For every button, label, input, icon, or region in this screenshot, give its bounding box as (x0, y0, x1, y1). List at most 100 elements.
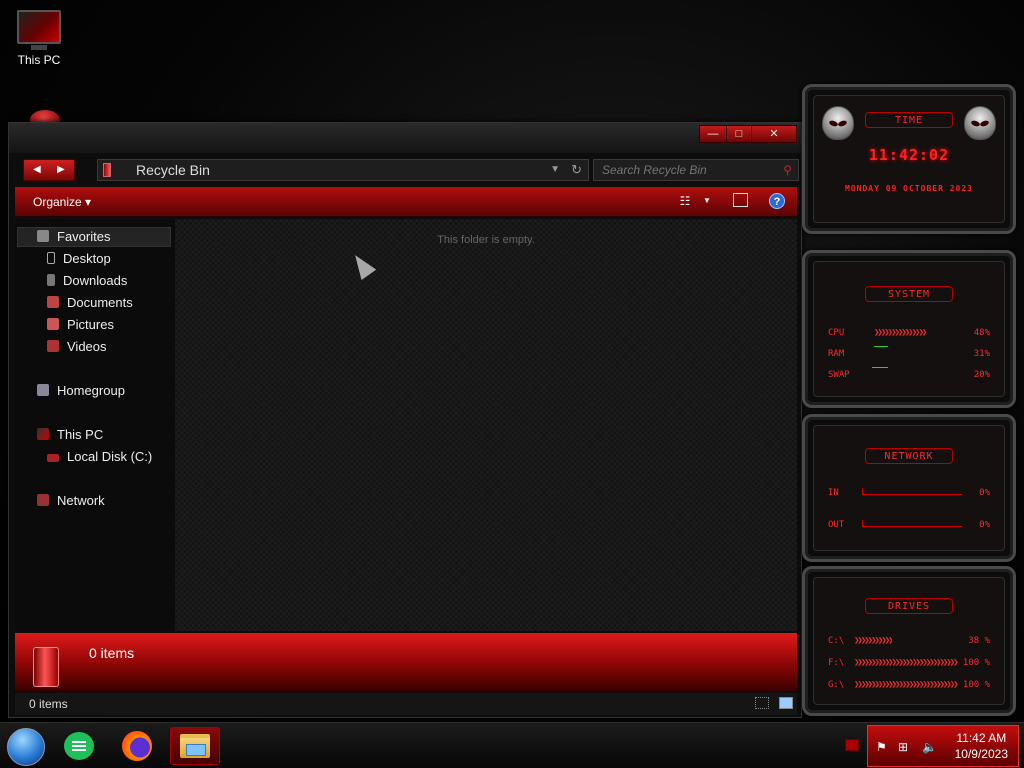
preview-pane-icon[interactable] (733, 193, 748, 207)
back-forward-buttons[interactable]: ◀ ▶ (23, 159, 75, 181)
chevron-down-icon[interactable]: ▼ (550, 160, 560, 180)
clock-date: 10/9/2023 (954, 747, 1008, 761)
close-button[interactable]: ✕ (751, 125, 797, 143)
drive-row-f: F:\ ❯❯❯❯❯❯❯❯❯❯❯❯❯❯❯❯❯❯❯❯❯❯❯❯❯❯❯❯❯❯ 100 % (828, 658, 990, 670)
time-date: MONDAY 09 OCTOBER 2023 (845, 184, 973, 193)
taskbar-file-explorer[interactable] (170, 727, 220, 765)
drive-f-meter: ❯❯❯❯❯❯❯❯❯❯❯❯❯❯❯❯❯❯❯❯❯❯❯❯❯❯❯❯❯❯ (854, 658, 959, 668)
clock-time: 11:42 AM (956, 731, 1007, 745)
homegroup-icon (37, 384, 49, 396)
network-gadget[interactable]: NETWORK IN 0% OUT 0% (802, 414, 1016, 562)
system-gadget[interactable]: SYSTEM CPU ❯❯❯❯❯❯❯❯❯❯❯❯❯❯❯ 48% RAM 31% S… (802, 250, 1016, 408)
network-status-icon[interactable]: ⊞ (898, 740, 908, 754)
nav-item-homegroup[interactable]: Homegroup (37, 381, 125, 401)
start-button[interactable] (7, 728, 45, 766)
drive-g-label: G:\ (828, 680, 845, 690)
search-icon[interactable]: ⚲ (783, 160, 792, 180)
address-bar[interactable]: Recycle Bin ▼ ↻ (97, 159, 589, 181)
alien-head-icon (964, 106, 996, 140)
swap-value: 20% (973, 370, 990, 380)
explorer-window: — □ ✕ ◀ ▶ Recycle Bin ▼ ↻ ⚲ Organize ▾ ☷… (8, 122, 802, 718)
nav-item-desktop[interactable]: Desktop (47, 249, 111, 269)
refresh-icon[interactable]: ↻ (571, 160, 582, 180)
nav-item-videos[interactable]: Videos (47, 337, 107, 357)
address-path: Recycle Bin (136, 162, 210, 178)
drives-gadget[interactable]: DRIVES C:\ ❯❯❯❯❯❯❯❯❯❯❯❯ 38 % F:\ ❯❯❯❯❯❯❯… (802, 566, 1016, 716)
pictures-icon (47, 318, 59, 330)
network-gadget-panel: NETWORK IN 0% OUT 0% (813, 425, 1005, 551)
taskbar-clock[interactable]: 11:42 AM 10/9/2023 (955, 730, 1008, 762)
ram-graph-line (874, 346, 888, 347)
drive-g-value: 100 % (962, 680, 990, 690)
drive-row-c: C:\ ❯❯❯❯❯❯❯❯❯❯❯❯ 38 % (828, 636, 990, 648)
status-bar: 0 items (15, 693, 797, 715)
recycle-bin-icon (103, 163, 111, 177)
cpu-label: CPU (828, 328, 845, 338)
drive-c-label: C:\ (828, 636, 845, 646)
system-row-cpu: CPU ❯❯❯❯❯❯❯❯❯❯❯❯❯❯❯ 48% (828, 328, 990, 340)
details-pane: 0 items (15, 633, 797, 691)
navigation-pane: Favorites Desktop Downloads Documents Pi… (15, 219, 175, 631)
details-view-icon[interactable] (755, 697, 769, 709)
empty-folder-message: This folder is empty. (437, 234, 535, 246)
organize-menu[interactable]: Organize ▾ (33, 195, 91, 209)
system-gadget-panel: SYSTEM CPU ❯❯❯❯❯❯❯❯❯❯❯❯❯❯❯ 48% RAM 31% S… (813, 261, 1005, 397)
drive-row-g: G:\ ❯❯❯❯❯❯❯❯❯❯❯❯❯❯❯❯❯❯❯❯❯❯❯❯❯❯❯❯❯❯ 100 % (828, 680, 990, 692)
desktop-icon (47, 252, 55, 264)
help-icon[interactable]: ? (769, 193, 785, 209)
taskbar-firefox[interactable] (112, 727, 162, 765)
file-list-area[interactable]: This folder is empty. (175, 219, 797, 631)
drive-c-meter: ❯❯❯❯❯❯❯❯❯❯❯❯ (854, 636, 892, 646)
nav-item-favorites[interactable]: Favorites (37, 227, 110, 247)
network-row-out: OUT 0% (828, 520, 990, 532)
nav-item-network[interactable]: Network (37, 491, 105, 511)
net-in-label: IN (828, 488, 839, 498)
time-gadget-panel: TIME 11:42:02 MONDAY 09 OCTOBER 2023 (813, 95, 1005, 223)
system-title: SYSTEM (865, 286, 953, 302)
nav-item-documents[interactable]: Documents (47, 293, 133, 313)
taskbar-notes-app[interactable] (54, 727, 104, 765)
main-panes: Favorites Desktop Downloads Documents Pi… (15, 219, 797, 631)
net-out-graph (862, 520, 962, 527)
nav-item-local-disk[interactable]: Local Disk (C:) (47, 447, 152, 467)
search-box[interactable]: ⚲ (593, 159, 799, 181)
status-item-count: 0 items (29, 697, 68, 711)
nav-item-downloads[interactable]: Downloads (47, 271, 127, 291)
computer-icon (37, 428, 49, 440)
drive-f-value: 100 % (962, 658, 990, 668)
system-row-ram: RAM 31% (828, 346, 990, 361)
back-arrow-icon[interactable]: ◀ (33, 164, 41, 175)
nav-item-this-pc[interactable]: This PC (37, 425, 103, 445)
action-center-flag-icon[interactable]: ⚑ (876, 740, 887, 754)
ram-label: RAM (828, 349, 845, 359)
view-options-icon[interactable]: ☷ (677, 193, 693, 209)
alien-head-icon (822, 106, 854, 140)
forward-arrow-icon[interactable]: ▶ (57, 164, 65, 175)
swap-label: SWAP (828, 370, 850, 380)
documents-icon (47, 296, 59, 308)
taskbar: ⚑ ⊞ 🔈 11:42 AM 10/9/2023 (0, 722, 1024, 768)
chevron-down-icon[interactable]: ▼ (699, 193, 715, 209)
minimize-button[interactable]: — (699, 125, 727, 143)
large-icons-view-icon[interactable] (779, 697, 793, 709)
videos-icon (47, 340, 59, 352)
net-in-graph (862, 488, 962, 495)
mouse-cursor-icon (347, 250, 377, 280)
desktop-icon-this-pc[interactable]: This PC (9, 10, 69, 67)
swap-graph-line (872, 367, 888, 368)
network-icon (37, 494, 49, 506)
drive-icon (47, 454, 59, 462)
drive-f-label: F:\ (828, 658, 845, 668)
search-input[interactable] (602, 163, 772, 177)
title-bar[interactable]: — □ ✕ (9, 123, 801, 153)
computer-icon (17, 10, 61, 50)
command-bar: Organize ▾ ☷ ▼ ? (15, 187, 797, 217)
recycle-bin-icon (33, 647, 59, 687)
time-gadget[interactable]: TIME 11:42:02 MONDAY 09 OCTOBER 2023 (802, 84, 1016, 234)
volume-icon[interactable]: 🔈 (922, 740, 937, 754)
maximize-button[interactable]: □ (726, 125, 752, 143)
time-title: TIME (865, 112, 953, 128)
nav-item-pictures[interactable]: Pictures (47, 315, 114, 335)
drive-g-meter: ❯❯❯❯❯❯❯❯❯❯❯❯❯❯❯❯❯❯❯❯❯❯❯❯❯❯❯❯❯❯ (854, 680, 959, 690)
show-hidden-icons-button[interactable] (845, 739, 859, 751)
